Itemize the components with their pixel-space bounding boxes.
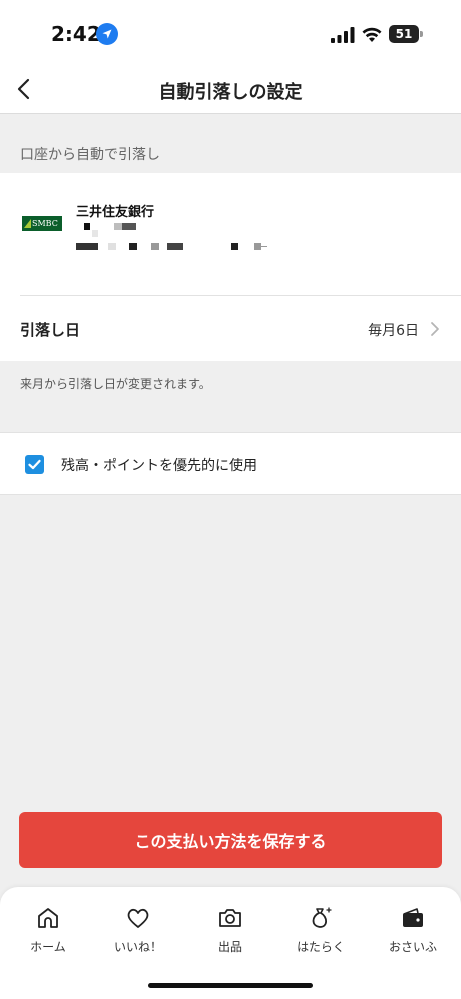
money-bag-icon (312, 907, 332, 928)
withdrawal-day-label: 引落し日 (20, 321, 81, 339)
battery-level: 51 (395, 27, 413, 41)
save-payment-method-button[interactable]: この支払い方法を保存する (19, 812, 442, 868)
divider (20, 295, 461, 296)
cellular-signal-icon (331, 27, 355, 43)
checkmark-icon (28, 459, 41, 470)
tab-sell-label: 出品 (217, 940, 242, 954)
home-icon (38, 908, 58, 928)
navigation-bar: 自動引落しの設定 (0, 64, 461, 114)
section-caption: 口座から自動で引落し (20, 147, 160, 163)
tab-home[interactable]: ホーム (8, 905, 88, 961)
bank-name: 三井住友銀行 (76, 205, 155, 220)
chevron-right-icon[interactable] (429, 320, 441, 338)
tab-wallet[interactable]: おさいふ (373, 905, 453, 961)
tab-work[interactable]: はたらく (281, 905, 361, 961)
tab-likes-label: いいね！ (113, 940, 162, 954)
bank-logo-text: SMBC (32, 219, 58, 228)
wifi-icon (362, 27, 382, 42)
bank-account-card: SMBC 三井住友銀行 引落し日 毎月6日 (0, 173, 461, 361)
tab-work-label: はたらく (297, 940, 345, 954)
schedule-change-notice: 来月から引落し日が変更されます。 (20, 377, 211, 391)
balance-points-label: 残高・ポイントを優先的に使用 (61, 458, 257, 474)
tab-sell[interactable]: 出品 (190, 905, 270, 961)
status-time: 2:42 (51, 22, 101, 46)
tab-wallet-label: おさいふ (388, 940, 437, 954)
camera-icon (219, 909, 241, 927)
balance-points-checkbox[interactable] (25, 455, 44, 474)
bank-logo: SMBC (22, 216, 62, 231)
page-title: 自動引落しの設定 (158, 82, 303, 103)
wallet-icon (403, 908, 423, 927)
tab-home-label: ホーム (30, 940, 66, 954)
heart-icon (127, 908, 149, 928)
withdrawal-day-value: 毎月6日 (368, 323, 419, 339)
status-bar: 2:42 51 (0, 0, 461, 64)
priority-balance-option[interactable]: 残高・ポイントを優先的に使用 (0, 432, 461, 495)
battery-icon: 51 (389, 25, 423, 43)
location-arrow-icon (96, 23, 118, 45)
tab-likes[interactable]: いいね！ (98, 905, 178, 961)
home-indicator (148, 983, 313, 988)
